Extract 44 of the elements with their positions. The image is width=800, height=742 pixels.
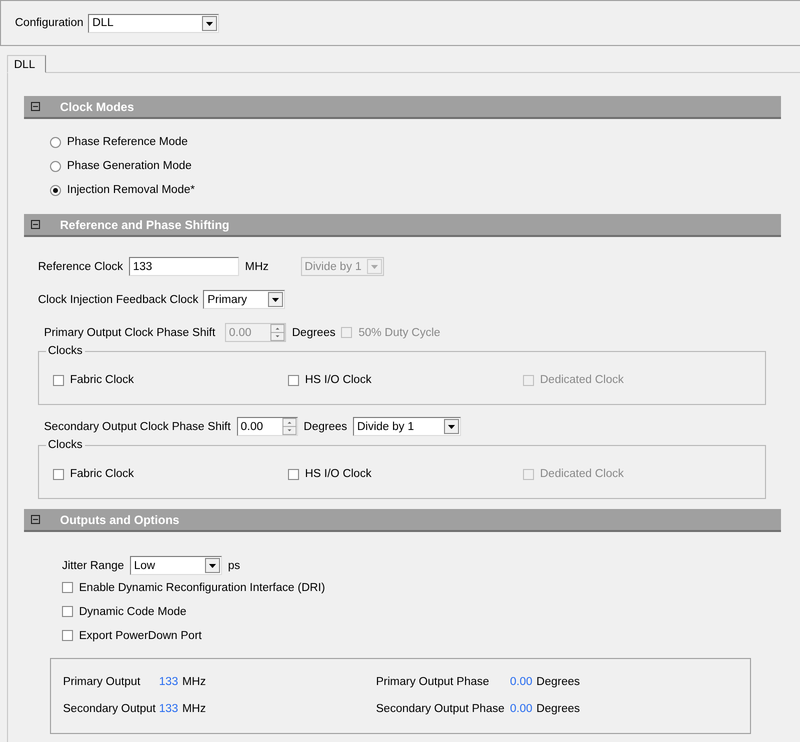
configuration-label: Configuration bbox=[15, 17, 84, 29]
clock-checkbox[interactable]: HS I/O Clock bbox=[288, 468, 523, 480]
jitter-range-dropdown[interactable]: Low bbox=[130, 556, 222, 575]
option-checkbox[interactable]: Export PowerDown Port bbox=[62, 629, 781, 642]
reference-clock-label: Reference Clock bbox=[38, 260, 124, 272]
group-title: Clocks bbox=[47, 439, 84, 451]
configuration-dropdown[interactable]: DLL bbox=[88, 14, 220, 32]
divider-dropdown[interactable]: Divide by 1 bbox=[353, 417, 462, 436]
output-value: 133 bbox=[159, 703, 178, 715]
group-title: Clocks bbox=[47, 345, 84, 357]
output-label: Primary Output bbox=[63, 676, 142, 688]
tab[interactable]: DLL bbox=[7, 55, 46, 73]
clock-checkbox[interactable]: HS I/O Clock bbox=[288, 374, 523, 386]
unit-label: Degrees bbox=[304, 420, 348, 432]
collapse-icon[interactable] bbox=[31, 102, 40, 111]
reference-clock-field[interactable]: 133 bbox=[129, 257, 240, 276]
phase-shift-spinner[interactable]: 0.00 bbox=[236, 417, 298, 436]
phase-shift-label: Secondary Output Clock Phase Shift bbox=[44, 420, 231, 432]
unit-label: MHz bbox=[182, 703, 206, 715]
clock-checkbox[interactable]: Fabric Clock bbox=[53, 374, 288, 386]
radio-option[interactable]: Phase Reference Mode bbox=[50, 135, 781, 149]
output-value: 0.00 bbox=[510, 703, 532, 715]
output-label: Primary Output Phase bbox=[376, 676, 490, 688]
phase-shift-label: Primary Output Clock Phase Shift bbox=[44, 326, 216, 338]
radio-option[interactable]: Injection Removal Mode* bbox=[50, 183, 781, 197]
unit-label: MHz bbox=[245, 260, 269, 272]
unit-label: MHz bbox=[182, 676, 206, 688]
collapse-icon[interactable] bbox=[31, 515, 40, 524]
jitter-range-label: Jitter Range bbox=[62, 560, 124, 572]
unit-label: Degrees bbox=[292, 326, 336, 338]
radio-option[interactable]: Phase Generation Mode bbox=[50, 159, 781, 173]
unit-label: Degrees bbox=[536, 703, 580, 715]
option-checkbox[interactable]: Enable Dynamic Reconfiguration Interface (DRI) bbox=[62, 581, 781, 594]
unit-label: Degrees bbox=[536, 676, 580, 688]
output-value: 133 bbox=[159, 676, 178, 688]
option-checkbox[interactable]: Dynamic Code Mode bbox=[62, 605, 781, 618]
output-label: Secondary Output Phase bbox=[376, 703, 506, 715]
unit-label: ps bbox=[228, 560, 240, 572]
feedback-clock-dropdown[interactable]: Primary bbox=[203, 290, 286, 309]
feedback-clock-label: Clock Injection Feedback Clock bbox=[38, 294, 198, 306]
output-label: Secondary Output bbox=[63, 703, 155, 715]
output-value: 0.00 bbox=[510, 676, 532, 688]
clock-checkbox[interactable]: Fabric Clock bbox=[53, 468, 288, 480]
collapse-icon[interactable] bbox=[31, 220, 40, 229]
